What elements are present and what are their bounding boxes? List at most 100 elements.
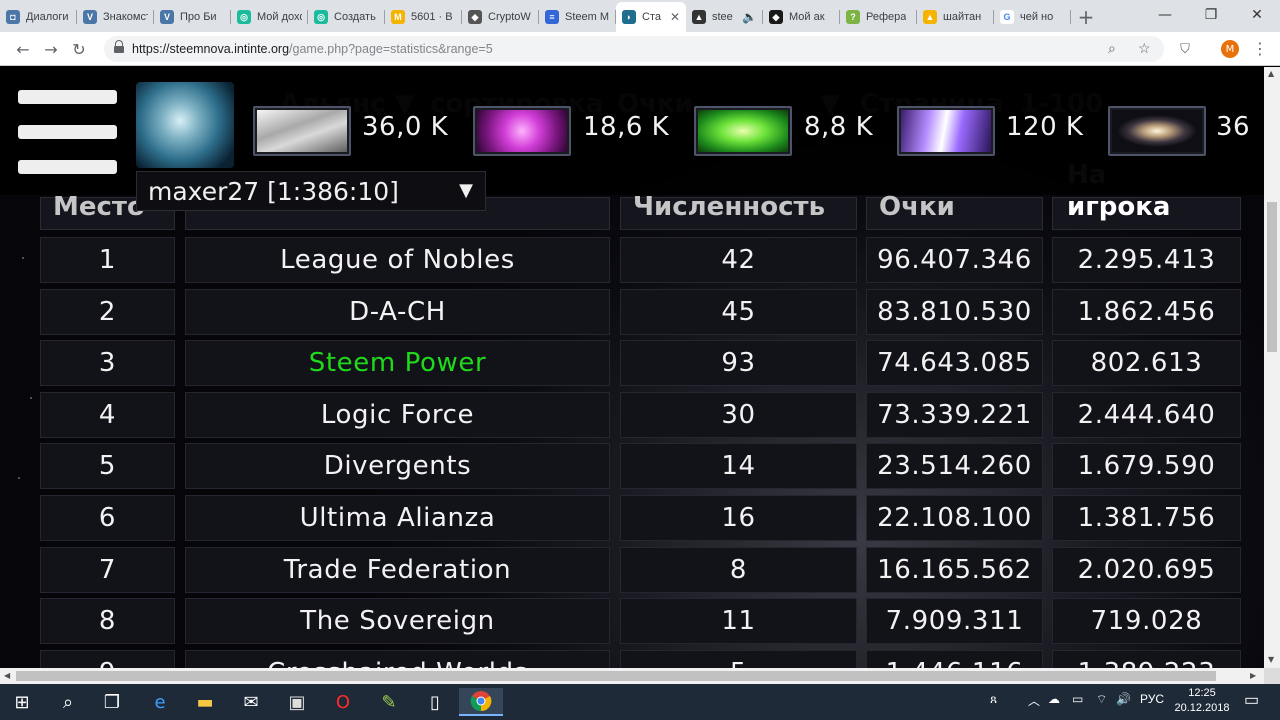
opera-icon[interactable]: O <box>321 688 365 716</box>
tab-title: шайтан <box>943 11 982 23</box>
language-indicator[interactable]: РУС <box>1140 692 1164 706</box>
mail-icon[interactable]: ✉ <box>229 688 273 716</box>
browser-tab[interactable]: ◘ Диалоги <box>0 2 77 32</box>
energy-value: 120 K <box>1006 112 1084 142</box>
browser-tab[interactable]: V Знакомства <box>77 2 154 32</box>
browser-tab[interactable]: ◎ Создать <box>308 2 385 32</box>
notifications-icon[interactable]: ▭ <box>1244 690 1259 710</box>
planet-image[interactable] <box>136 82 234 168</box>
edge-icon[interactable]: e <box>138 688 182 716</box>
planet-select[interactable]: maxer27 [1:386:10] ▼ <box>136 171 486 211</box>
browser-tab[interactable]: ◎ Мой доход <box>231 2 308 32</box>
header-per-player-bottom: игрока <box>1067 192 1171 222</box>
tab-title: stee <box>712 11 733 23</box>
tab-close-icon[interactable]: ✕ <box>667 10 680 24</box>
notepad-icon[interactable]: ▯ <box>413 688 457 716</box>
onedrive-icon[interactable]: ☁ <box>1048 692 1060 706</box>
scroll-left-icon[interactable]: ◀ <box>4 671 10 680</box>
store-icon[interactable]: ▣ <box>275 688 319 716</box>
menu-bar-2[interactable] <box>18 125 117 139</box>
url-input[interactable]: https://steemnova.intinte.org/game.php?p… <box>104 36 1164 62</box>
header-points[interactable]: Очки <box>866 192 1043 230</box>
browser-tab[interactable]: ? Рефера <box>840 2 917 32</box>
forward-icon[interactable]: → <box>40 38 62 60</box>
cell-points: 74.643.085 <box>866 340 1043 387</box>
cell-per-player: 802.613 <box>1052 340 1241 387</box>
browser-tab[interactable]: M 5601 · В <box>385 2 462 32</box>
tray-arrow-icon[interactable]: ︿ <box>1028 692 1040 709</box>
tab-favicon-icon: ◘ <box>6 10 20 24</box>
browser-tab[interactable]: ◆ Мой ак <box>763 2 840 32</box>
cell-name[interactable]: Steem Power <box>185 340 610 387</box>
restore-button[interactable]: ❐ <box>1188 0 1234 30</box>
cell-name[interactable]: D-A-CH <box>185 288 610 335</box>
zoom-icon[interactable]: ⌕ <box>1108 40 1116 57</box>
header-per-player[interactable]: На игрока <box>1052 160 1241 230</box>
cell-members: 30 <box>620 391 857 438</box>
people-icon[interactable]: ጸ <box>990 692 997 707</box>
browser-tab[interactable]: ▲ шайтан <box>917 2 994 32</box>
profile-avatar[interactable]: M <box>1221 40 1239 58</box>
browser-tab[interactable]: ◗ Ста ✕ <box>616 2 686 32</box>
browser-tab[interactable]: Gчей но <box>994 2 1071 32</box>
clock[interactable]: 12:25 20.12.2018 <box>1172 686 1232 716</box>
table-row: 2 D-A-CH 45 83.810.530 1.862.456 <box>0 288 1264 335</box>
tab-audio-icon[interactable]: 🔈 <box>739 10 757 24</box>
app-icon[interactable]: ✎ <box>367 688 411 716</box>
volume-icon[interactable]: 🔊 <box>1116 692 1131 706</box>
cell-points: 96.407.346 <box>866 237 1043 283</box>
browser-menu-icon[interactable]: ⋮ <box>1252 39 1268 58</box>
vertical-scroll-thumb[interactable] <box>1267 202 1277 352</box>
browser-tab[interactable]: ◆ CryptoW <box>462 2 539 32</box>
windows-taskbar: ⊞ ⌕ ❐ e ▬ ✉ ▣ O ✎ ▯ ጸ ︿ ☁ ▭ ⌔ 🔊 РУС 12:2… <box>0 684 1280 720</box>
close-window-button[interactable]: ✕ <box>1234 0 1280 30</box>
table-row: 6 Ultima Alianza 16 22.108.100 1.381.756 <box>0 495 1264 541</box>
menu-bar-1[interactable] <box>18 90 117 104</box>
vertical-scrollbar[interactable]: ▲ ▼ <box>1264 67 1280 668</box>
cell-name[interactable]: Trade Federation <box>185 546 610 593</box>
network-icon[interactable]: ⌔ <box>1096 692 1107 707</box>
reload-icon[interactable]: ↻ <box>68 38 90 60</box>
tab-title: Мой ак <box>789 11 825 23</box>
start-icon[interactable]: ⊞ <box>0 688 44 716</box>
horizontal-scrollbar[interactable]: ◀ ▶ <box>0 668 1264 684</box>
search-icon[interactable]: ⌕ <box>46 688 90 716</box>
browser-tab[interactable]: V Про Би <box>154 2 231 32</box>
cell-name[interactable]: The Sovereign <box>185 598 610 645</box>
battery-icon[interactable]: ▭ <box>1072 692 1083 706</box>
scroll-up-icon[interactable]: ▲ <box>1268 69 1274 78</box>
metal-icon <box>253 106 351 156</box>
menu-bar-3[interactable] <box>18 160 117 174</box>
header-members[interactable]: Численность <box>620 192 857 230</box>
bookmark-star-icon[interactable]: ☆ <box>1138 40 1151 57</box>
browser-tab[interactable]: ≡ Steem M <box>539 2 616 32</box>
task-view-icon[interactable]: ❐ <box>90 688 134 716</box>
cell-name[interactable]: Ultima Alianza <box>185 495 610 541</box>
cell-points: 7.909.311 <box>866 598 1043 645</box>
new-tab-button[interactable]: + <box>1071 2 1101 32</box>
cell-name[interactable]: Logic Force <box>185 391 610 438</box>
cell-name[interactable]: Divergents <box>185 443 610 490</box>
energy-icon <box>897 106 995 156</box>
horizontal-scroll-thumb[interactable] <box>16 671 1216 681</box>
file-explorer-icon[interactable]: ▬ <box>183 688 227 716</box>
cell-name[interactable]: League of Nobles <box>185 237 610 283</box>
tab-title: чей но <box>1020 11 1054 23</box>
scroll-down-icon[interactable]: ▼ <box>1268 655 1274 664</box>
crystal-value: 18,6 K <box>583 112 670 142</box>
header-place-label: Место <box>53 192 145 222</box>
cell-place: 8 <box>40 598 175 645</box>
browser-tab[interactable]: ▲ stee 🔈 <box>686 2 763 32</box>
minimize-button[interactable]: — <box>1142 0 1188 30</box>
cell-place: 2 <box>40 288 175 335</box>
chrome-icon[interactable] <box>459 688 503 716</box>
back-icon[interactable]: ← <box>12 38 34 60</box>
cell-place: 3 <box>40 340 175 387</box>
scroll-right-icon[interactable]: ▶ <box>1250 671 1256 680</box>
extension-shield-icon[interactable]: ⛉ <box>1174 38 1196 60</box>
deuterium-icon <box>694 106 792 156</box>
cell-members: 8 <box>620 546 857 593</box>
tab-title: 5601 · В <box>411 11 453 23</box>
cell-name[interactable]: Crosshaired Worlds <box>185 649 610 668</box>
deuterium-value: 8,8 K <box>804 112 874 142</box>
